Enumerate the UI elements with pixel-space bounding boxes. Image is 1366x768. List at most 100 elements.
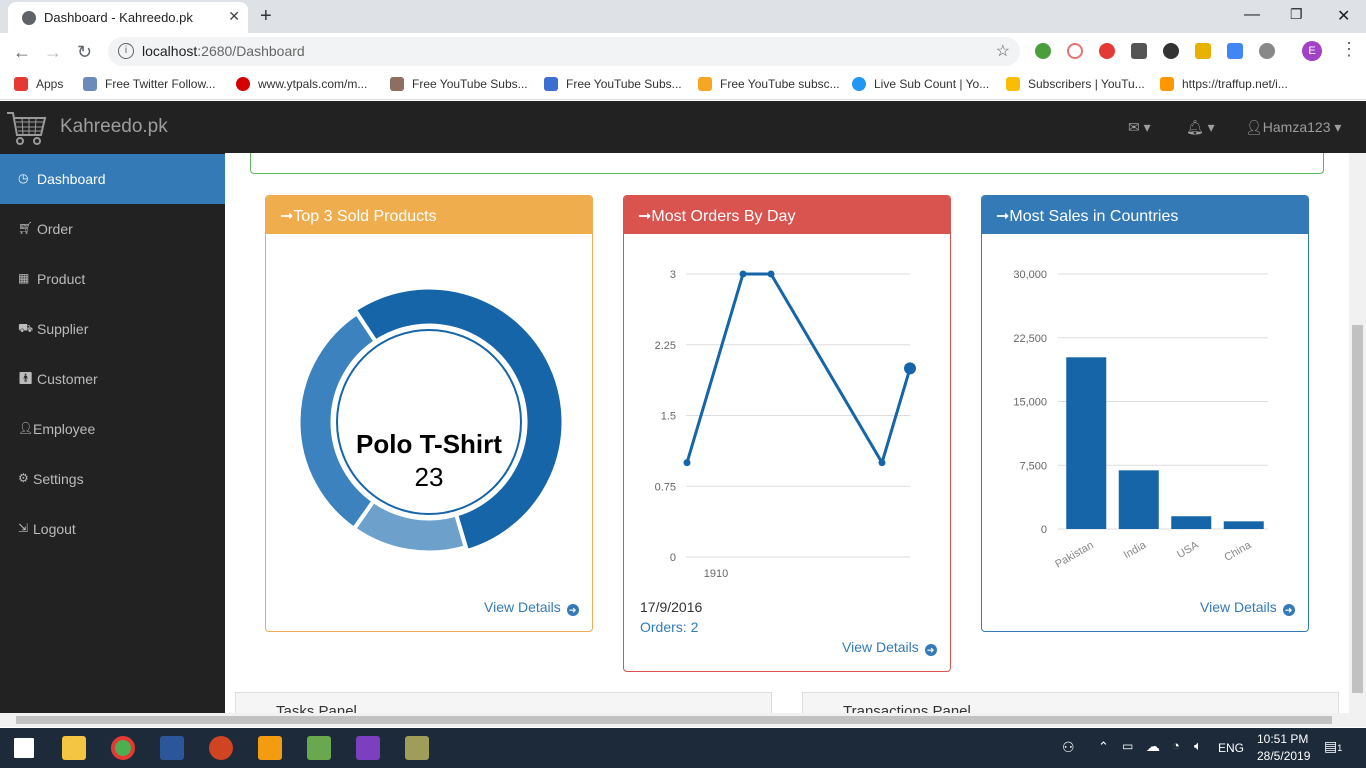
clock-time[interactable]: 10:51 PM <box>1257 732 1308 746</box>
profile-avatar[interactable]: E <box>1302 41 1322 61</box>
sidebar: ◷ Dashboard 🛒︎ Order ▦ Product ⛟ Supplie… <box>0 153 225 713</box>
sidebar-item-logout[interactable]: ⇲ Logout <box>0 504 225 554</box>
file-explorer-icon[interactable] <box>62 736 86 760</box>
language-indicator[interactable]: ENG <box>1218 741 1244 755</box>
bookmark-item[interactable]: Live Sub Count | Yo... <box>852 77 989 91</box>
menu-dots-icon[interactable]: ⋮ <box>1340 39 1358 60</box>
tab-title: Dashboard - Kahreedo.pk <box>44 10 193 25</box>
bookmark-item[interactable]: Free YouTube Subs... <box>390 77 528 91</box>
user-icon: 👤︎ <box>1245 119 1263 135</box>
extension-icon[interactable] <box>1163 43 1179 59</box>
volume-icon[interactable]: 🔈︎ <box>1194 738 1202 754</box>
wifi-icon[interactable]: ◔ <box>1172 738 1180 753</box>
brand-name[interactable]: Kahreedo.pk <box>60 116 168 138</box>
sidebar-item-settings[interactable]: ⚙ Settings <box>0 454 225 504</box>
data-point[interactable] <box>739 270 747 278</box>
sublime-icon[interactable] <box>258 736 282 760</box>
people-icon[interactable]: ⚇ <box>1062 739 1075 756</box>
bookmark-item[interactable]: Free Twitter Follow... <box>83 77 215 91</box>
bookmark-item[interactable]: Free YouTube Subs... <box>544 77 682 91</box>
reload-icon[interactable]: ↻ <box>77 42 92 63</box>
tools-icon[interactable] <box>405 736 429 760</box>
data-point[interactable] <box>904 362 916 375</box>
browser-toolbar: ← → ↻ i localhost:2680/Dashboard ☆ E ⋮ <box>0 33 1366 70</box>
view-details-link[interactable]: View Details ➜ <box>1200 599 1295 616</box>
arrow-circle-right-icon: ➜ <box>566 604 579 616</box>
bookmark-item[interactable]: Subscribers | YouTu... <box>1006 77 1145 91</box>
notifications-icon[interactable]: ▤1 <box>1324 738 1342 755</box>
chrome-icon[interactable] <box>111 736 135 760</box>
bar[interactable] <box>1223 521 1264 529</box>
app-icon[interactable] <box>307 736 331 760</box>
maximize-icon[interactable]: ❐ <box>1290 6 1303 23</box>
forward-icon[interactable]: → <box>44 42 62 63</box>
horizontal-scroll-thumb[interactable] <box>16 716 1332 724</box>
bookmark-item[interactable]: Free YouTube subsc... <box>698 77 840 91</box>
top-products-panel: ➞Top 3 Sold Products Polo T-Shirt 23 Vie… <box>265 195 593 632</box>
bar[interactable] <box>1118 470 1159 529</box>
extension-icon[interactable] <box>1259 43 1275 59</box>
browser-tab-bar: Dashboard - Kahreedo.pk ✕ + — ❐ ✕ <box>0 0 1366 33</box>
sidebar-item-employee[interactable]: 👤︎ Employee <box>0 404 225 454</box>
close-tab-icon[interactable]: ✕ <box>228 8 240 25</box>
bookmark-apps[interactable]: Apps <box>14 77 63 91</box>
extension-icon[interactable] <box>1227 43 1243 59</box>
sidebar-item-order[interactable]: 🛒︎ Order <box>0 204 225 254</box>
sidebar-item-supplier[interactable]: ⛟ Supplier <box>0 304 225 354</box>
data-point[interactable] <box>878 459 886 467</box>
powerpoint-icon[interactable] <box>209 736 233 760</box>
sales-countries-panel: ➞Most Sales in Countries 0 7,500 15,000 22,… <box>981 195 1309 632</box>
view-details-link[interactable]: View Details ➜ <box>484 599 579 616</box>
bookmark-favicon-icon <box>1006 77 1020 91</box>
vertical-scroll-thumb[interactable] <box>1352 325 1363 693</box>
extension-icon[interactable] <box>1195 43 1211 59</box>
bar[interactable] <box>1066 357 1107 529</box>
windows-start-icon[interactable] <box>14 738 34 758</box>
window-close-icon[interactable]: ✕ <box>1337 6 1350 26</box>
sidebar-item-customer[interactable]: 🚹︎ Customer <box>0 354 225 404</box>
back-icon[interactable]: ← <box>13 42 31 63</box>
bookmark-favicon-icon <box>852 77 866 91</box>
sidebar-item-product[interactable]: ▦ Product <box>0 254 225 304</box>
info-icon[interactable]: i <box>118 43 134 59</box>
y-tick-label: 2.25 <box>655 340 676 352</box>
chevron-up-icon[interactable]: ⌃ <box>1098 739 1109 755</box>
minimize-icon[interactable]: — <box>1244 6 1260 24</box>
new-tab-icon[interactable]: + <box>260 5 272 28</box>
extension-icon[interactable] <box>1131 43 1147 59</box>
browser-tab[interactable]: Dashboard - Kahreedo.pk ✕ <box>8 2 248 33</box>
sidebar-item-dashboard[interactable]: ◷ Dashboard <box>0 154 225 204</box>
data-point[interactable] <box>767 270 775 278</box>
y-tick-label: 22,500 <box>1013 333 1047 345</box>
alerts-dropdown[interactable]: 🔔︎ ▾ <box>1186 119 1215 136</box>
bookmark-item[interactable]: www.ytpals.com/m... <box>236 77 367 91</box>
bookmark-item[interactable]: https://traffup.net/i... <box>1160 77 1288 91</box>
windows-taskbar: ⚇ ⌃ ▭ ☁ ◔ 🔈︎ ENG 10:51 PM 28/5/2019 ▤1 <box>0 728 1366 768</box>
bookmark-favicon-icon <box>83 77 97 91</box>
donut-slice[interactable] <box>352 499 467 554</box>
visual-studio-icon[interactable] <box>356 736 380 760</box>
bookmark-favicon-icon <box>236 77 250 91</box>
extension-icon[interactable] <box>1035 43 1051 59</box>
cloud-icon[interactable]: ☁ <box>1146 738 1160 755</box>
data-point[interactable] <box>683 459 691 467</box>
tasks-panel: Tasks Panel <box>235 692 772 714</box>
cart-logo-icon <box>7 112 47 145</box>
extension-icon[interactable] <box>1067 43 1083 59</box>
heart-extension-icon[interactable] <box>1099 43 1115 59</box>
y-tick-label: 15,000 <box>1013 397 1047 409</box>
globe-icon <box>22 11 36 25</box>
bar[interactable] <box>1171 516 1212 529</box>
battery-icon[interactable]: ▭ <box>1122 739 1133 753</box>
donut-chart: Polo T-Shirt 23 <box>297 286 565 554</box>
word-icon[interactable] <box>160 736 184 760</box>
clock-date[interactable]: 28/5/2019 <box>1257 749 1310 763</box>
bookmark-star-icon[interactable]: ☆ <box>996 41 1010 61</box>
user-dropdown[interactable]: 👤︎Hamza123 ▾ <box>1245 119 1341 136</box>
panel-heading: ➞Most Orders By Day <box>624 196 950 234</box>
x-tick-label: China <box>1222 539 1254 564</box>
view-details-link[interactable]: View Details ➜ <box>842 639 937 656</box>
dashboard-icon: ◷ <box>18 171 29 185</box>
address-bar[interactable]: i localhost:2680/Dashboard ☆ <box>108 37 1020 66</box>
messages-dropdown[interactable]: ✉ ▾ <box>1128 119 1151 136</box>
